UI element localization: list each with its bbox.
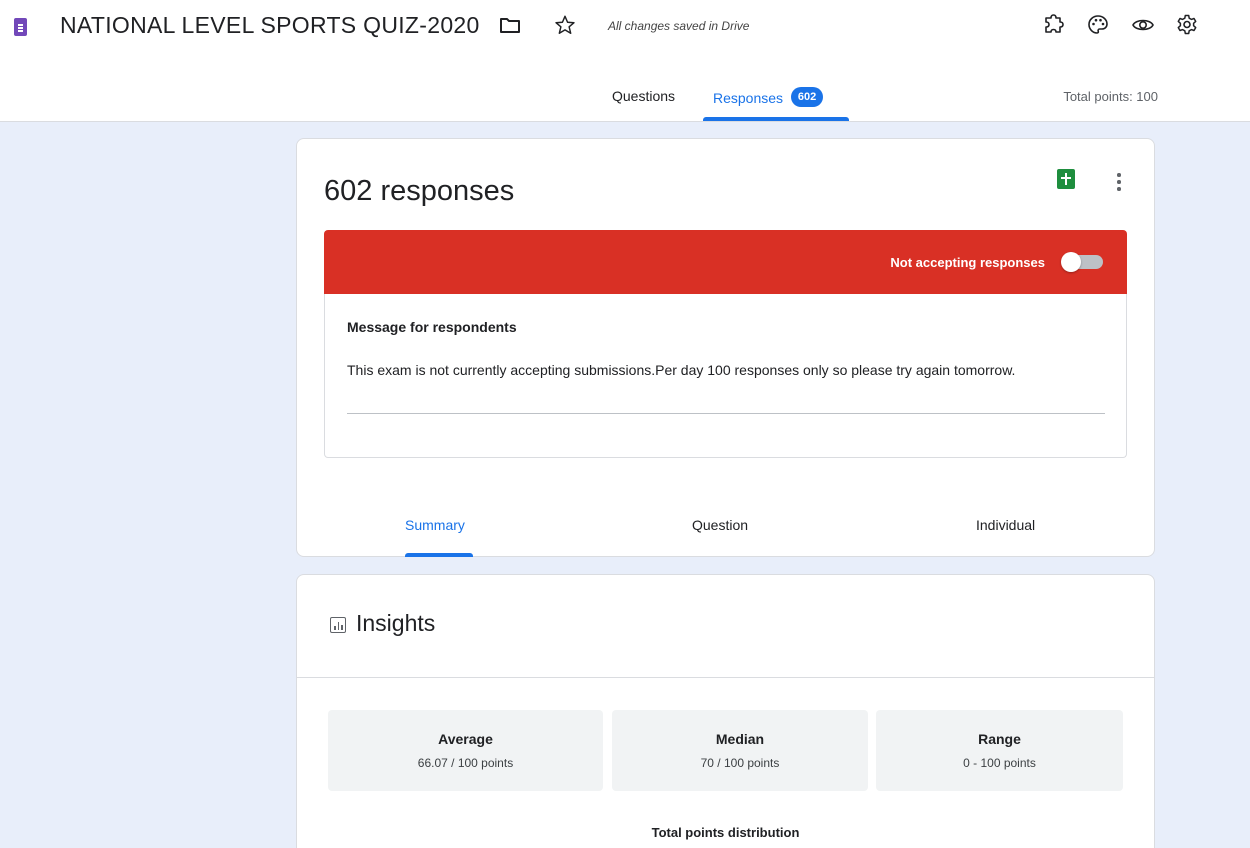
insights-card: Insights Average 66.07 / 100 points Medi… (296, 574, 1155, 848)
addon-puzzle-icon[interactable] (1041, 12, 1067, 38)
tab-responses-label: Responses (713, 89, 784, 106)
insights-divider (297, 677, 1154, 678)
gear-icon[interactable] (1174, 12, 1200, 38)
tab-individual[interactable]: Individual (976, 517, 1035, 533)
insights-chart-icon (330, 617, 346, 633)
star-icon[interactable] (552, 12, 578, 38)
active-subtab-indicator (405, 553, 473, 557)
insights-title: Insights (356, 610, 436, 636)
form-title[interactable]: NATIONAL LEVEL SPORTS QUIZ-2020 (60, 12, 480, 39)
stat-value: 0 - 100 points (963, 756, 1036, 770)
responses-card: 602 responses Not accepting responses Me… (296, 138, 1155, 557)
palette-icon[interactable] (1085, 12, 1111, 38)
responses-heading: 602 responses (324, 175, 515, 207)
total-points: Total points: 100 (1063, 89, 1158, 104)
tab-responses[interactable]: Responses 602 (713, 87, 824, 107)
app-header: NATIONAL LEVEL SPORTS QUIZ-2020 All chan… (0, 0, 1250, 122)
tab-question[interactable]: Question (692, 517, 748, 533)
stat-label: Median (715, 731, 765, 747)
accepting-responses-toggle[interactable] (1061, 252, 1105, 272)
stat-label: Average (438, 731, 493, 747)
stat-label: Range (978, 731, 1021, 747)
forms-logo-icon[interactable] (14, 18, 27, 36)
responses-count-badge: 602 (791, 87, 824, 107)
sheets-icon[interactable] (1057, 169, 1075, 189)
eye-preview-icon[interactable] (1130, 12, 1156, 38)
stat-value: 70 / 100 points (700, 756, 780, 770)
more-options-icon[interactable] (1109, 171, 1129, 193)
stat-value: 66.07 / 100 points (417, 756, 514, 770)
tab-summary[interactable]: Summary (405, 517, 465, 533)
accepting-responses-banner: Not accepting responses (324, 230, 1127, 294)
main-tabs: Questions Responses 602 Total points: 10… (0, 80, 1250, 122)
distribution-title: Total points distribution (651, 825, 800, 840)
accepting-responses-label: Not accepting responses (890, 255, 1045, 270)
tab-questions[interactable]: Questions (612, 88, 675, 104)
message-for-respondents-box: Message for respondents This exam is not… (324, 294, 1127, 458)
stat-average: Average 66.07 / 100 points (328, 710, 603, 791)
stat-median: Median 70 / 100 points (612, 710, 868, 791)
save-status: All changes saved in Drive (608, 19, 750, 33)
stat-range: Range 0 - 100 points (876, 710, 1123, 791)
active-tab-indicator (703, 117, 849, 121)
message-field-underline (347, 413, 1105, 414)
folder-icon[interactable] (497, 12, 523, 38)
message-label: Message for respondents (347, 319, 517, 335)
message-text-field[interactable]: This exam is not currently accepting sub… (347, 360, 1077, 381)
